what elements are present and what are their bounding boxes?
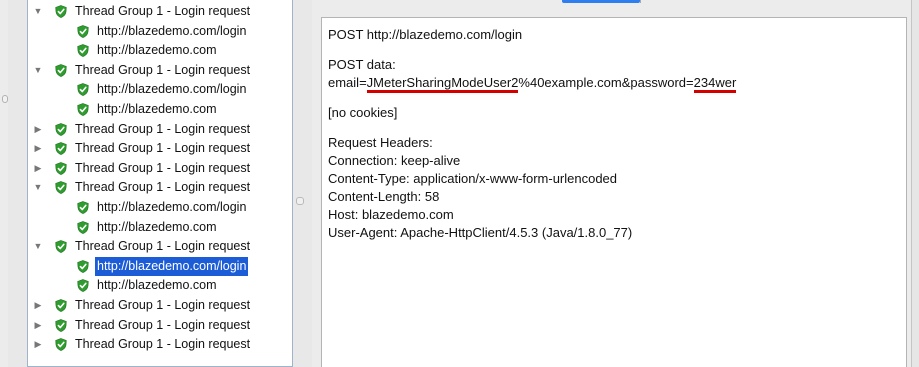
collapsed-arrow-icon[interactable]: ▶ bbox=[33, 296, 43, 315]
tree-label: Thread Group 1 - Login request bbox=[75, 121, 251, 136]
header-content-length: Content-Length: 58 bbox=[328, 189, 440, 204]
header-host: Host: blazedemo.com bbox=[328, 207, 454, 222]
success-shield-icon bbox=[55, 338, 67, 352]
header-connection: Connection: keep-alive bbox=[328, 153, 461, 168]
tree-node-thread-group[interactable]: ▼ Thread Group 1 - Login request bbox=[28, 237, 292, 256]
tree-node-sample[interactable]: http://blazedemo.com bbox=[28, 218, 292, 237]
tree-node-sample[interactable]: http://blazedemo.com/login bbox=[28, 198, 292, 217]
tree-node-sample[interactable]: http://blazedemo.com/login bbox=[28, 22, 292, 41]
tree-label: Thread Group 1 - Login request bbox=[75, 239, 251, 254]
tree-label: http://blazedemo.com bbox=[97, 102, 217, 116]
expanded-arrow-icon[interactable]: ▼ bbox=[33, 237, 43, 256]
tree-label: http://blazedemo.com bbox=[97, 278, 217, 293]
tree-node-thread-group[interactable]: ▶ Thread Group 1 - Login request bbox=[28, 120, 292, 139]
tree-node-thread-group[interactable]: ▶ Thread Group 1 - Login request bbox=[28, 335, 292, 354]
tree-label: http://blazedemo.com/login bbox=[97, 200, 247, 214]
post-prefix: email= bbox=[328, 75, 367, 90]
tree-label: Thread Group 1 - Login request bbox=[75, 141, 251, 156]
tree-left-margin bbox=[8, 0, 27, 367]
right-scroll-edge[interactable] bbox=[911, 0, 919, 367]
success-shield-icon bbox=[77, 220, 89, 234]
tree-node-sample[interactable]: http://blazedemo.com/login bbox=[28, 256, 292, 276]
tree-node-thread-group[interactable]: ▼ Thread Group 1 - Login request bbox=[28, 2, 292, 21]
collapsed-arrow-icon[interactable]: ▶ bbox=[33, 120, 43, 139]
success-shield-icon bbox=[55, 181, 67, 195]
tree-label: http://blazedemo.com/login bbox=[97, 82, 247, 97]
tree-node-thread-group[interactable]: ▶ Thread Group 1 - Login request bbox=[28, 159, 292, 178]
tree-label: Thread Group 1 - Login request bbox=[75, 160, 251, 175]
tree-label: Thread Group 1 - Login request bbox=[75, 317, 251, 332]
tree-label: http://blazedemo.com/login bbox=[97, 23, 247, 38]
divider-knob[interactable] bbox=[296, 197, 304, 205]
tree-label: Thread Group 1 - Login request bbox=[75, 62, 251, 77]
success-shield-icon bbox=[77, 201, 89, 214]
success-shield-icon bbox=[77, 44, 89, 58]
collapsed-arrow-icon[interactable]: ▶ bbox=[33, 316, 43, 335]
results-tree: ▼ Thread Group 1 - Login request http://bl… bbox=[27, 0, 293, 367]
tab-edge bbox=[640, 0, 641, 3]
tree-node-thread-group[interactable]: ▶ Thread Group 1 - Login request bbox=[28, 296, 292, 315]
tree-node-thread-group[interactable]: ▶ Thread Group 1 - Login request bbox=[28, 316, 292, 335]
success-shield-icon bbox=[55, 63, 67, 77]
success-shield-icon bbox=[55, 122, 67, 136]
tree-node-sample[interactable]: http://blazedemo.com/login bbox=[28, 80, 292, 99]
tab-request-active[interactable] bbox=[562, 0, 640, 3]
success-shield-icon bbox=[77, 103, 89, 116]
collapsed-arrow-icon[interactable]: ▶ bbox=[33, 139, 43, 158]
tree-label: Thread Group 1 - Login request bbox=[75, 4, 251, 18]
request-panel: POST http://blazedemo.com/login POST dat… bbox=[312, 0, 919, 367]
collapsed-arrow-icon[interactable]: ▶ bbox=[33, 335, 43, 354]
success-shield-icon bbox=[55, 161, 67, 175]
success-shield-icon bbox=[77, 83, 89, 97]
cookies-line: [no cookies] bbox=[328, 105, 398, 120]
request-text-area[interactable]: POST http://blazedemo.com/login POST dat… bbox=[321, 17, 907, 367]
post-user-highlight: JMeterSharingModeUser2 bbox=[366, 75, 519, 93]
tree-label: Thread Group 1 - Login request bbox=[75, 337, 251, 352]
success-shield-icon bbox=[77, 279, 89, 293]
success-shield-icon bbox=[55, 318, 67, 332]
tree-node-thread-group[interactable]: ▼ Thread Group 1 - Login request bbox=[28, 61, 292, 80]
header-user-agent: User-Agent: Apache-HttpClient/4.5.3 (Jav… bbox=[328, 225, 633, 240]
tree-node-thread-group[interactable]: ▼ Thread Group 1 - Login request bbox=[28, 178, 292, 197]
header-content-type: Content-Type: application/x-www-form-url… bbox=[328, 171, 618, 186]
tree-label: Thread Group 1 - Login request bbox=[75, 298, 251, 312]
expanded-arrow-icon[interactable]: ▼ bbox=[33, 178, 43, 197]
headers-label: Request Headers: bbox=[328, 135, 433, 150]
success-shield-icon bbox=[77, 259, 89, 273]
collapsed-arrow-icon[interactable]: ▶ bbox=[33, 159, 43, 178]
panel-divider[interactable] bbox=[293, 0, 312, 367]
expanded-arrow-icon[interactable]: ▼ bbox=[33, 2, 43, 21]
tree-label: http://blazedemo.com bbox=[97, 43, 217, 58]
success-shield-icon bbox=[77, 24, 89, 38]
tree-node-thread-group[interactable]: ▶ Thread Group 1 - Login request bbox=[28, 139, 292, 158]
expanded-arrow-icon[interactable]: ▼ bbox=[33, 61, 43, 80]
tab-strip bbox=[312, 0, 912, 14]
success-shield-icon bbox=[55, 240, 67, 254]
request-line: POST http://blazedemo.com/login bbox=[328, 27, 523, 42]
tree-node-sample[interactable]: http://blazedemo.com bbox=[28, 100, 292, 119]
tree-label: http://blazedemo.com bbox=[97, 219, 217, 234]
post-data-body: email=JMeterSharingModeUser2%40example.c… bbox=[328, 74, 900, 93]
tree-label: Thread Group 1 - Login request bbox=[75, 180, 251, 195]
post-data-label: POST data: bbox=[328, 57, 396, 72]
success-shield-icon bbox=[55, 299, 67, 312]
post-password-highlight: 234wer bbox=[693, 75, 737, 93]
tree-node-sample[interactable]: http://blazedemo.com bbox=[28, 276, 292, 295]
tree-label-selected: http://blazedemo.com/login bbox=[95, 256, 249, 276]
success-shield-icon bbox=[55, 142, 67, 156]
success-shield-icon bbox=[55, 5, 67, 18]
tree-node-sample[interactable]: http://blazedemo.com bbox=[28, 41, 292, 60]
post-middle: %40example.com&password= bbox=[518, 75, 694, 90]
